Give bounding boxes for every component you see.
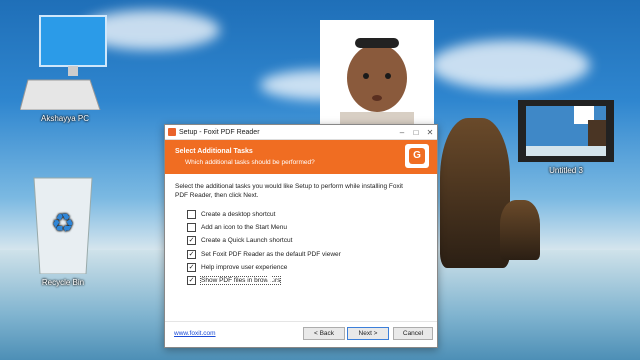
task-start-menu-icon[interactable]: Add an icon to the Start Menu — [187, 221, 427, 234]
setup-app-icon — [168, 128, 176, 136]
task-improve-experience[interactable]: Help improve user experience — [187, 261, 427, 274]
svg-text:♻: ♻ — [51, 209, 74, 239]
wizard-footer: www.foxit.com < Back Next > Cancel — [165, 323, 437, 347]
maximize-icon[interactable]: □ — [409, 128, 423, 137]
background-cloud — [430, 40, 590, 90]
computer-icon — [19, 15, 107, 111]
wizard-header: Select Additional Tasks Which additional… — [165, 140, 437, 174]
task-quick-launch-shortcut[interactable]: Create a Quick Launch shortcut — [187, 234, 427, 247]
desktop-icon-recycle-bin[interactable]: ♻ Recycle Bin — [18, 170, 108, 287]
checkbox[interactable] — [187, 276, 196, 286]
next-button[interactable]: Next > — [347, 327, 389, 340]
task-desktop-shortcut[interactable]: Create a desktop shortcut — [187, 208, 427, 221]
title-bar: Setup - Foxit PDF Reader – □ ✕ — [165, 125, 437, 140]
foxit-logo-mark: G — [409, 148, 425, 164]
header-title: Select Additional Tasks — [175, 148, 253, 155]
desktop-icon-pc[interactable]: Akshayya PC — [19, 14, 110, 123]
back-button[interactable]: < Back — [303, 327, 345, 340]
task-show-pdf-in-browsers[interactable]: Show PDF files in browsers — [187, 274, 427, 287]
close-icon[interactable]: ✕ — [423, 128, 437, 137]
intro-text: Select the additional tasks you would li… — [175, 183, 403, 199]
checkbox[interactable] — [187, 236, 196, 246]
task-default-pdf-viewer[interactable]: Set Foxit PDF Reader as the default PDF … — [187, 248, 427, 261]
background-rock — [500, 200, 540, 260]
task-label: Create a Quick Launch shortcut — [201, 237, 293, 245]
setup-window: Setup - Foxit PDF Reader – □ ✕ Select Ad… — [164, 124, 438, 348]
task-label: Help improve user experience — [201, 263, 288, 271]
wizard-body: Select the additional tasks you would li… — [165, 174, 437, 293]
window-title: Setup - Foxit PDF Reader — [179, 128, 260, 136]
checkbox[interactable] — [187, 262, 196, 272]
task-label: Add an icon to the Start Menu — [201, 224, 287, 232]
foxit-website-link[interactable]: www.foxit.com — [174, 330, 216, 337]
desktop-icon-label: Untitled 3 — [549, 166, 583, 175]
checkbox[interactable] — [187, 223, 196, 233]
checkbox[interactable] — [187, 210, 196, 220]
foxit-logo: G — [405, 144, 429, 168]
desktop-icon-label: Recycle Bin — [41, 278, 85, 287]
task-label: Set Foxit PDF Reader as the default PDF … — [201, 250, 341, 258]
minimize-icon[interactable]: – — [395, 128, 409, 137]
task-label: Create a desktop shortcut — [201, 211, 276, 219]
desktop-icon-video[interactable]: Untitled 3 — [518, 100, 614, 175]
recycle-bin-icon: ♻ — [33, 177, 93, 275]
checkbox[interactable] — [187, 249, 196, 259]
footer-divider — [165, 321, 437, 322]
desktop-icon-label: Akshayya PC — [40, 114, 90, 123]
baby-photo — [320, 20, 434, 124]
task-list: Create a desktop shortcut Add an icon to… — [187, 208, 427, 287]
header-subtitle: Which additional tasks should be perform… — [185, 159, 315, 166]
video-thumbnail-icon — [518, 100, 614, 162]
cancel-button[interactable]: Cancel — [393, 327, 433, 340]
